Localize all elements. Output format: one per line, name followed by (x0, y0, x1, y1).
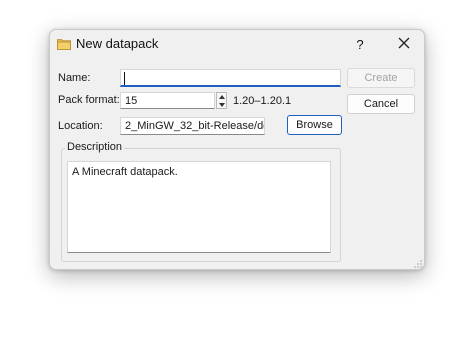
description-group-title: Description (65, 141, 125, 153)
help-button[interactable]: ? (342, 30, 378, 58)
folder-icon (57, 38, 71, 50)
close-icon (398, 37, 410, 52)
cancel-button[interactable]: Cancel (347, 94, 415, 114)
new-datapack-dialog: New datapack ? Name: Pack format: 15 1.2… (49, 29, 425, 270)
pack-format-value: 15 (125, 95, 138, 107)
resize-grip-icon[interactable] (414, 259, 422, 268)
pack-format-label: Pack format: (58, 94, 120, 106)
name-label: Name: (58, 72, 91, 84)
location-input[interactable]: 2_MinGW_32_bit-Release/deploy (120, 117, 265, 135)
description-textarea[interactable]: A Minecraft datapack. (67, 161, 331, 253)
arrow-up-icon (218, 94, 225, 99)
pack-format-stepper[interactable] (216, 92, 227, 109)
arrow-down-icon (218, 102, 225, 107)
location-label: Location: (58, 120, 103, 132)
title-bar[interactable]: New datapack ? (50, 30, 424, 58)
location-value: 2_MinGW_32_bit-Release/deploy (125, 120, 264, 132)
description-text: A Minecraft datapack. (72, 166, 178, 178)
pack-format-spinbox[interactable]: 15 (120, 92, 215, 109)
spin-down-button[interactable] (217, 101, 226, 108)
spin-up-button[interactable] (217, 93, 226, 100)
name-input[interactable] (120, 69, 341, 87)
close-button[interactable] (386, 30, 422, 58)
create-button[interactable]: Create (347, 68, 415, 88)
window-title: New datapack (76, 36, 159, 51)
pack-format-versions: 1.20–1.20.1 (233, 95, 292, 107)
text-caret (124, 72, 125, 85)
browse-button[interactable]: Browse (287, 115, 342, 135)
